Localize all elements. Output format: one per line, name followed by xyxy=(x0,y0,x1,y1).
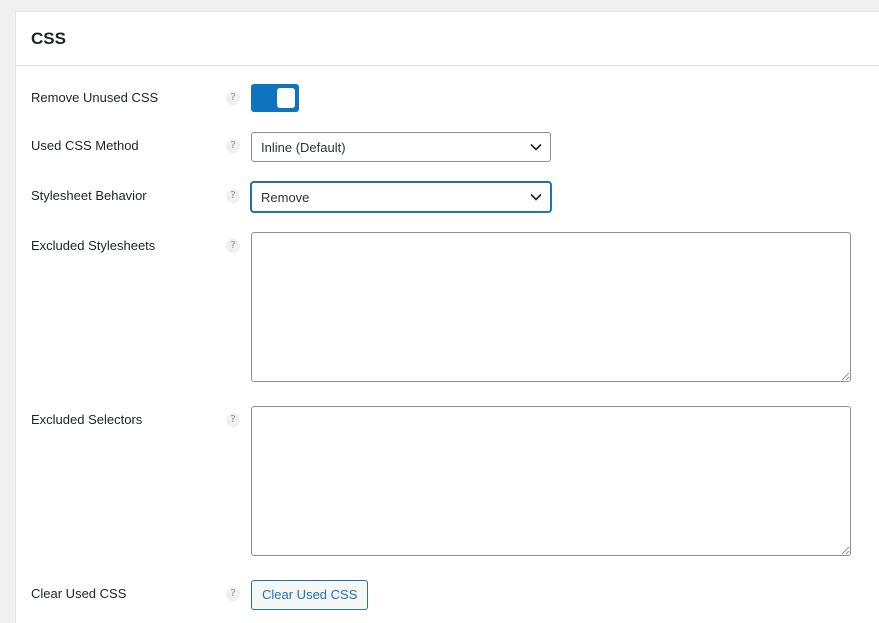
toggle-knob xyxy=(277,88,295,108)
settings-panel: CSS Remove Unused CSS ? Used CSS Method … xyxy=(15,11,879,623)
help-icon[interactable]: ? xyxy=(226,239,240,253)
stylesheet-behavior-select[interactable]: Remove xyxy=(251,182,551,212)
help-icon[interactable]: ? xyxy=(226,139,240,153)
used-css-method-select[interactable]: Inline (Default) xyxy=(251,132,551,162)
excluded-selectors-textarea[interactable] xyxy=(251,406,851,556)
used-css-method-label: Used CSS Method xyxy=(31,138,139,153)
used-css-method-value: Inline (Default) xyxy=(261,140,346,155)
help-icon[interactable]: ? xyxy=(226,587,240,601)
title-divider xyxy=(16,65,879,66)
chevron-down-icon xyxy=(530,193,542,201)
excluded-stylesheets-label: Excluded Stylesheets xyxy=(31,238,156,253)
chevron-down-icon xyxy=(530,143,542,151)
clear-used-css-button[interactable]: Clear Used CSS xyxy=(251,580,369,610)
remove-unused-css-toggle[interactable] xyxy=(251,84,299,112)
section-title: CSS xyxy=(31,29,66,48)
resize-grip-icon[interactable] xyxy=(841,546,850,555)
remove-unused-css-label: Remove Unused CSS xyxy=(31,90,159,105)
excluded-stylesheets-textarea[interactable] xyxy=(251,232,851,382)
resize-grip-icon[interactable] xyxy=(841,372,850,381)
stylesheet-behavior-label: Stylesheet Behavior xyxy=(31,188,147,203)
help-icon[interactable]: ? xyxy=(226,189,240,203)
excluded-selectors-label: Excluded Selectors xyxy=(31,412,143,427)
stylesheet-behavior-value: Remove xyxy=(261,190,310,205)
help-icon[interactable]: ? xyxy=(226,91,240,105)
clear-used-css-label: Clear Used CSS xyxy=(31,586,127,601)
help-icon[interactable]: ? xyxy=(226,413,240,427)
